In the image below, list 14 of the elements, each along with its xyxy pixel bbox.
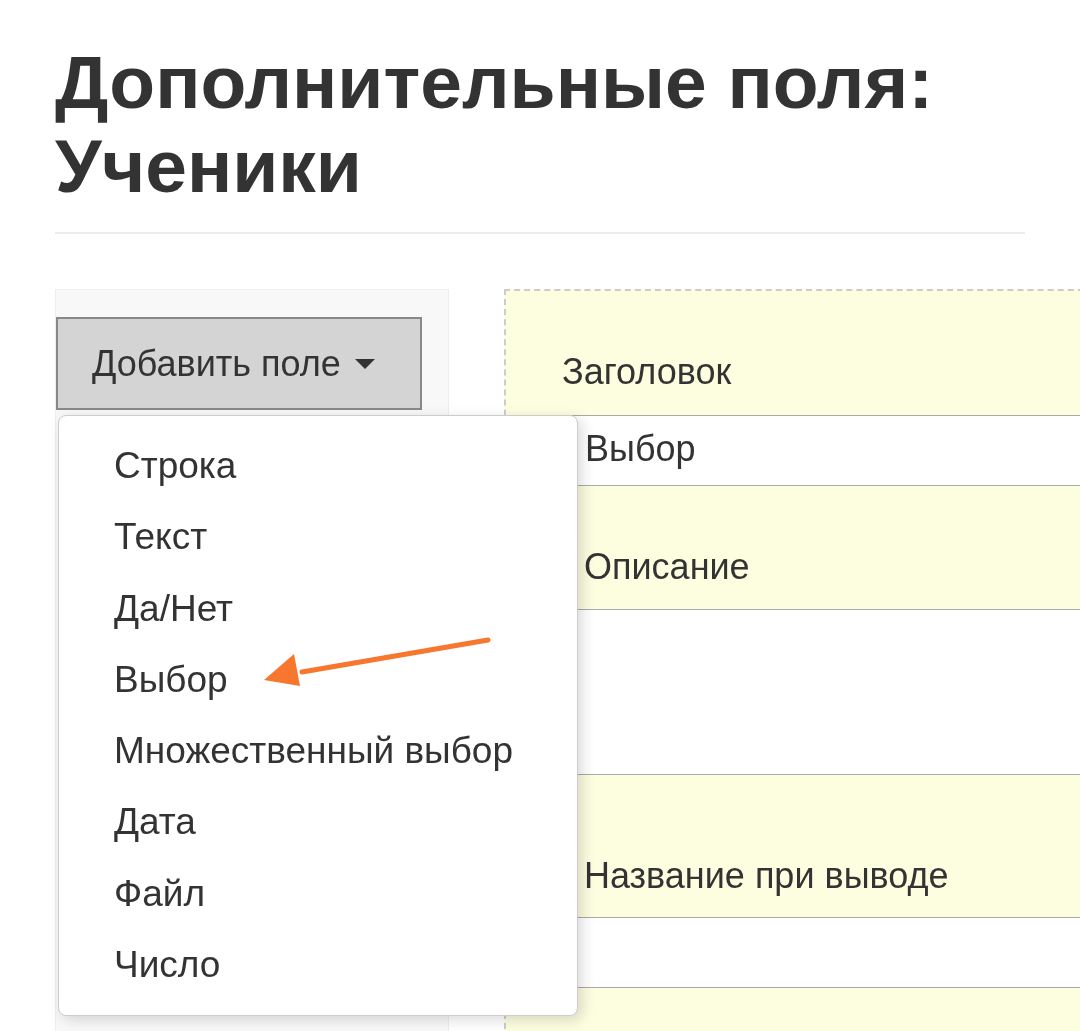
caret-icon: [354, 358, 375, 369]
field-label: Описание: [583, 545, 751, 589]
menu-item[interactable]: Дата: [59, 800, 577, 872]
menu-item[interactable]: Множественный выбор: [59, 729, 577, 801]
menu-item[interactable]: Текст: [59, 515, 577, 587]
field-label: Название при выводе: [583, 854, 950, 898]
menu-item[interactable]: Файл: [59, 871, 577, 944]
add-field-button[interactable]: Добавить поле: [56, 317, 422, 410]
menu-item[interactable]: Число: [59, 943, 577, 1015]
menu-item[interactable]: Выбор: [59, 657, 577, 730]
field-label: Заголовок: [561, 350, 733, 394]
menu-item[interactable]: Строка: [59, 444, 577, 516]
menu-item[interactable]: Да/Нет: [59, 586, 577, 658]
page-title: Дополнительные поля: Ученики: [54, 39, 935, 208]
